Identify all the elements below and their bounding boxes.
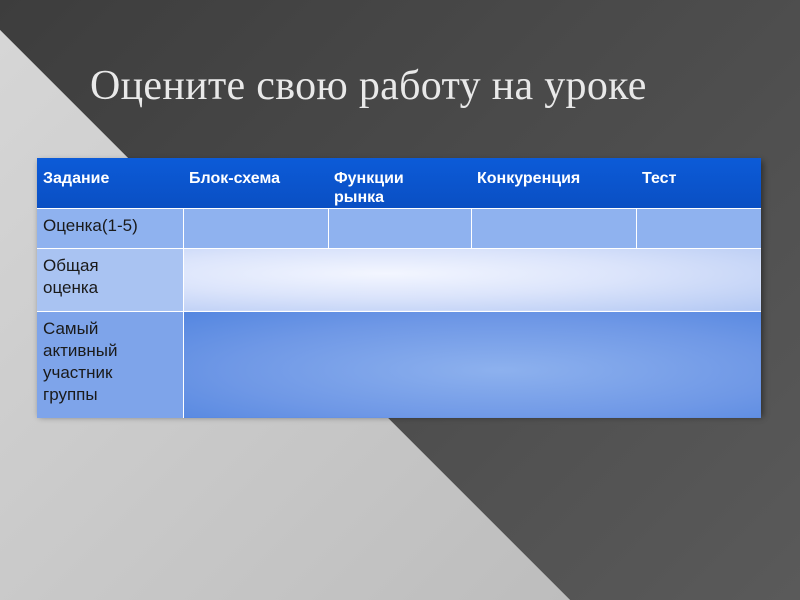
overall-score-cell[interactable]	[183, 247, 761, 311]
table-row: Оценка(1-5)	[37, 207, 761, 248]
table-row: Общая оценка	[37, 247, 761, 311]
header-market-functions: Функции рынка	[328, 158, 471, 208]
header-flowchart: Блок-схема	[183, 158, 328, 208]
row-label-score: Оценка(1-5)	[37, 207, 184, 248]
header-test: Тест	[636, 158, 761, 208]
score-cell-flowchart[interactable]	[182, 207, 328, 248]
row-label-most-active: Самый активный участник группы	[37, 310, 184, 418]
score-cell-competition[interactable]	[470, 207, 636, 248]
most-active-cell[interactable]	[183, 310, 761, 418]
score-cell-market-functions[interactable]	[327, 207, 471, 248]
header-competition: Конкуренция	[471, 158, 636, 208]
header-task: Задание	[37, 158, 183, 208]
row-label-overall-score: Общая оценка	[37, 247, 184, 311]
slide-title: Оцените свою работу на уроке	[90, 63, 647, 109]
table-header-row: Задание Блок-схема Функции рынка Конкуре…	[37, 158, 761, 208]
score-cell-test[interactable]	[635, 207, 761, 248]
evaluation-table: Задание Блок-схема Функции рынка Конкуре…	[37, 158, 761, 418]
table-row: Самый активный участник группы	[37, 310, 761, 418]
